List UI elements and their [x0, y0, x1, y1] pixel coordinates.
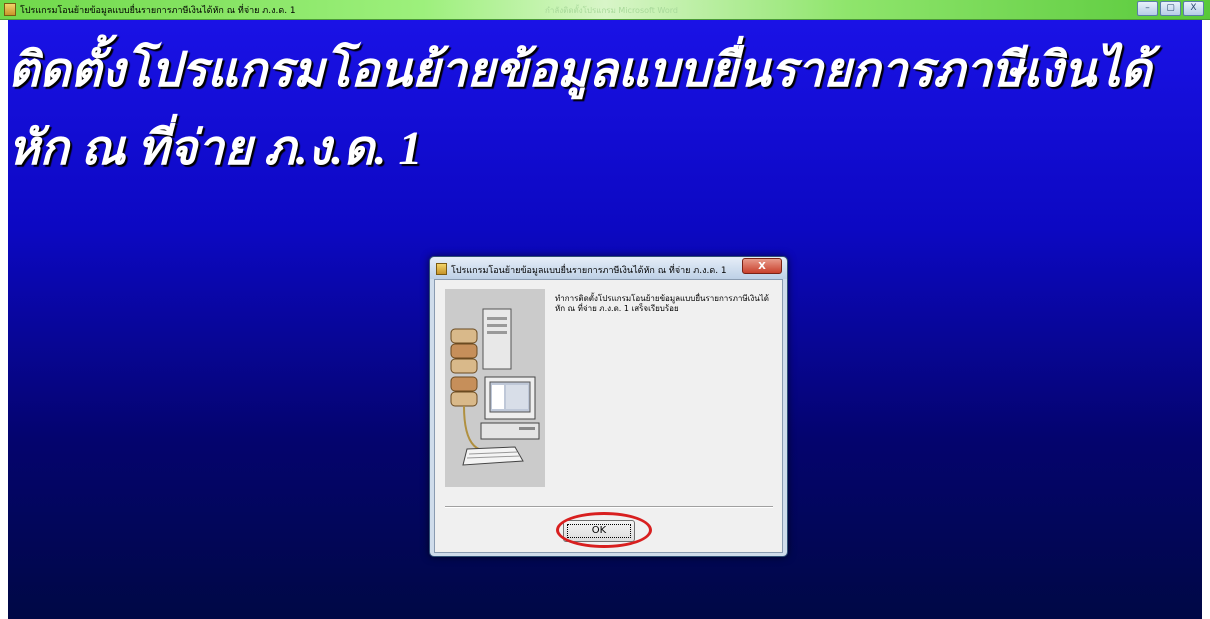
- dialog-titlebar: โปรแกรมโอนย้ายข้อมูลแบบยื่นรายการภาษีเงิ…: [430, 257, 787, 279]
- computer-icon: [450, 308, 540, 466]
- completion-message: ทำการติดตั้งโปรแกรมโอนย้ายข้อมูลแบบยื่นร…: [555, 294, 769, 313]
- window-title: โปรแกรมโอนย้ายข้อมูลแบบยื่นรายการภาษีเงิ…: [20, 6, 296, 16]
- dialog-title: โปรแกรมโอนย้ายข้อมูลแบบยื่นรายการภาษีเงิ…: [451, 266, 727, 276]
- page-title: ติดตั้งโปรแกรมโอนย้ายข้อมูลแบบยื่นรายการ…: [8, 44, 1152, 175]
- background-window-title: กำลังติดตั้งโปรแกรม Microsoft Word: [545, 6, 678, 15]
- window-titlebar: โปรแกรมโอนย้ายข้อมูลแบบยื่นรายการภาษีเงิ…: [0, 0, 1210, 20]
- divider: [445, 506, 773, 508]
- window-controls: – ▢ X: [1137, 1, 1204, 16]
- ok-highlight-circle: [556, 512, 652, 548]
- close-window-button[interactable]: X: [1183, 1, 1204, 16]
- dialog-close-button[interactable]: X: [742, 258, 782, 274]
- server-computer-illustration: [445, 289, 545, 487]
- minimize-button[interactable]: –: [1137, 1, 1158, 16]
- installer-icon: [436, 263, 447, 275]
- maximize-button[interactable]: ▢: [1160, 1, 1181, 16]
- installer-icon: [4, 3, 16, 16]
